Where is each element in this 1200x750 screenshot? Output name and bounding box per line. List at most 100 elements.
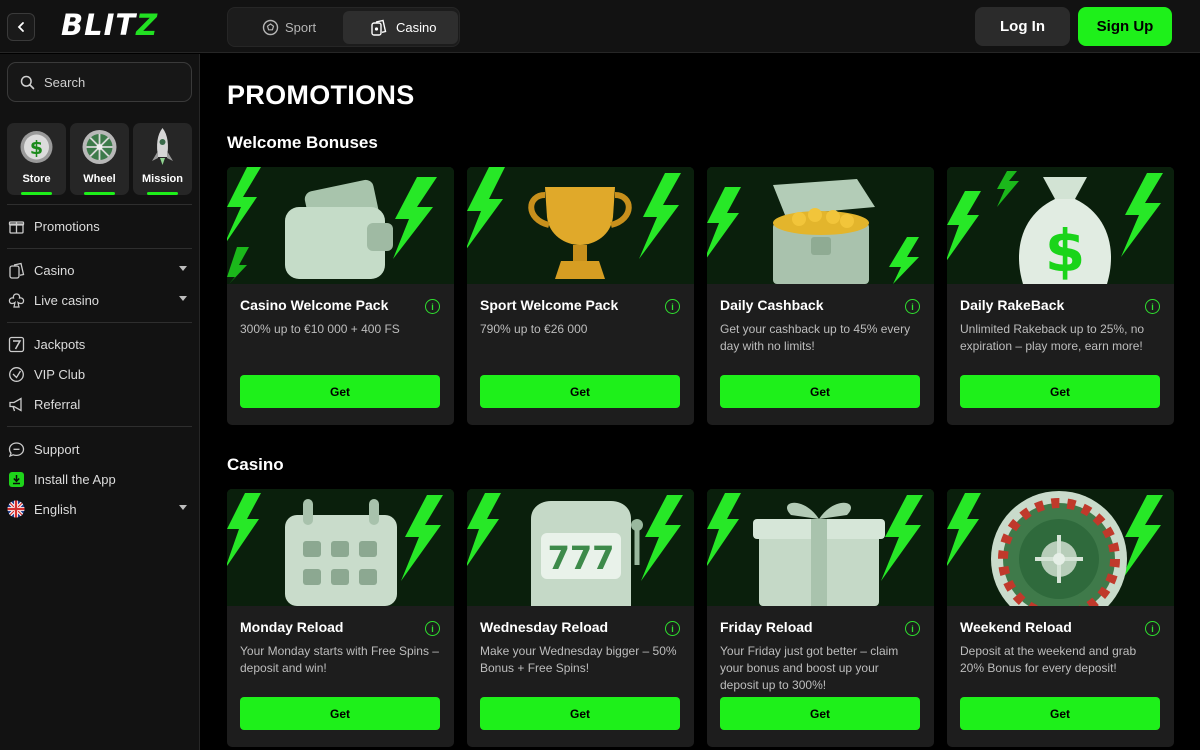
- sidebar-item-label: English: [34, 501, 77, 517]
- sidebar-item-label: Casino: [34, 262, 75, 278]
- quick-link-indicator: [84, 192, 115, 195]
- search-input[interactable]: [44, 74, 174, 90]
- sidebar-item-label: Referral: [34, 396, 81, 412]
- promo-title: Daily Cashback: [720, 297, 824, 313]
- info-icon[interactable]: i: [1145, 299, 1160, 314]
- sidebar-item-referral[interactable]: Referral: [7, 391, 192, 417]
- promo-card[interactable]: $ Daily RakeBack i Unlimited Rakeback up…: [947, 167, 1174, 425]
- svg-text:$: $: [30, 137, 43, 159]
- get-button[interactable]: Get: [720, 697, 920, 730]
- chevron-down-icon[interactable]: [179, 505, 187, 510]
- sidebar-item-install-app[interactable]: Install the App: [7, 466, 192, 492]
- quick-link-store[interactable]: $ Store: [7, 123, 66, 195]
- sidebar-item-label: VIP Club: [34, 366, 86, 382]
- chevron-left-icon: [17, 22, 24, 32]
- chevron-down-icon[interactable]: [179, 266, 187, 271]
- quick-link-indicator: [147, 192, 178, 195]
- promo-banner: $: [947, 167, 1174, 284]
- sidebar-item-vip-club[interactable]: VIP Club: [7, 361, 192, 387]
- quick-link-label: Mission: [142, 173, 183, 185]
- promo-description: Make your Wednesday bigger – 50% Bonus +…: [480, 644, 677, 675]
- roulette-icon: [947, 489, 1174, 606]
- promo-title: Monday Reload: [240, 619, 344, 635]
- trophy-icon: [467, 167, 694, 284]
- quick-link-wheel[interactable]: Wheel: [70, 123, 129, 195]
- promo-description: Deposit at the weekend and grab 20% Bonu…: [960, 644, 1137, 675]
- quick-link-label: Wheel: [83, 173, 116, 185]
- sidebar: $ Store Wheel Mission Promotions Casino: [0, 54, 200, 750]
- promo-title: Weekend Reload: [960, 619, 1072, 635]
- signup-button[interactable]: Sign Up: [1078, 7, 1172, 46]
- promo-description: Get your cashback up to 45% every day wi…: [720, 322, 911, 353]
- divider: [7, 322, 192, 323]
- info-icon[interactable]: i: [665, 621, 680, 636]
- promo-card[interactable]: Daily Cashback i Get your cashback up to…: [707, 167, 934, 425]
- quick-link-label: Store: [22, 173, 51, 185]
- promo-title: Sport Welcome Pack: [480, 297, 619, 313]
- promo-title: Daily RakeBack: [960, 297, 1065, 313]
- promo-card[interactable]: Weekend Reload i Deposit at the weekend …: [947, 489, 1174, 747]
- promo-card[interactable]: Casino Welcome Pack i 300% up to €10 000…: [227, 167, 454, 425]
- get-button[interactable]: Get: [720, 375, 920, 408]
- sidebar-item-label: Promotions: [34, 218, 100, 234]
- sidebar-item-label: Support: [34, 441, 80, 457]
- top-bar: BLITZ Sport Casino Log In Sign Up: [0, 0, 1200, 53]
- divider: [7, 204, 192, 205]
- sidebar-item-promotions[interactable]: Promotions: [7, 213, 192, 239]
- svg-text:777: 777: [548, 539, 615, 577]
- get-button[interactable]: Get: [480, 375, 680, 408]
- info-icon[interactable]: i: [425, 621, 440, 636]
- info-icon[interactable]: i: [425, 299, 440, 314]
- search-box[interactable]: [7, 62, 192, 102]
- calendar-icon: [227, 489, 454, 606]
- sidebar-item-live-casino[interactable]: Live casino: [7, 287, 192, 313]
- promo-card[interactable]: Friday Reload i Your Friday just got bet…: [707, 489, 934, 747]
- sidebar-item-language[interactable]: English: [7, 496, 192, 522]
- section-title-casino: Casino: [227, 455, 284, 474]
- get-button[interactable]: Get: [960, 375, 1160, 408]
- sidebar-item-label: Live casino: [34, 292, 100, 308]
- info-icon[interactable]: i: [905, 299, 920, 314]
- promo-card[interactable]: 777 Wednesday Reload i Make your Wednesd…: [467, 489, 694, 747]
- product-switch: Sport Casino: [227, 7, 460, 47]
- promo-description: 790% up to €26 000: [480, 322, 588, 336]
- chat-icon: [7, 440, 25, 458]
- page-title: PROMOTIONS: [227, 80, 415, 110]
- logo[interactable]: BLITZ: [61, 8, 158, 42]
- chevron-down-icon[interactable]: [179, 296, 187, 301]
- tab-casino[interactable]: Casino: [343, 11, 458, 44]
- promo-banner: [707, 489, 934, 606]
- divider: [7, 248, 192, 249]
- get-button[interactable]: Get: [480, 697, 680, 730]
- megaphone-icon: [7, 395, 25, 413]
- info-icon[interactable]: i: [665, 299, 680, 314]
- wallet-icon: [227, 167, 454, 284]
- get-button[interactable]: Get: [240, 375, 440, 408]
- promo-banner: 777: [467, 489, 694, 606]
- back-button[interactable]: [7, 13, 35, 41]
- promo-title: Casino Welcome Pack: [240, 297, 389, 313]
- quick-link-mission[interactable]: Mission: [133, 123, 192, 195]
- sidebar-item-label: Jackpots: [34, 336, 86, 352]
- info-icon[interactable]: i: [905, 621, 920, 636]
- quick-link-indicator: [21, 192, 52, 195]
- info-icon[interactable]: i: [1145, 621, 1160, 636]
- soccer-ball-icon: [262, 19, 279, 36]
- promo-card[interactable]: Monday Reload i Your Monday starts with …: [227, 489, 454, 747]
- promo-banner: [467, 167, 694, 284]
- sidebar-item-label: Install the App: [34, 471, 116, 487]
- get-button[interactable]: Get: [240, 697, 440, 730]
- uk-flag-icon: [7, 500, 25, 518]
- sidebar-item-support[interactable]: Support: [7, 436, 192, 462]
- sidebar-item-casino[interactable]: Casino: [7, 257, 192, 283]
- gift-box-icon: [707, 489, 934, 606]
- promo-title: Wednesday Reload: [480, 619, 609, 635]
- treasure-chest-icon: [707, 167, 934, 284]
- promo-banner: [227, 167, 454, 284]
- sidebar-item-jackpots[interactable]: Jackpots: [7, 331, 192, 357]
- tab-sport[interactable]: Sport: [228, 11, 341, 44]
- promo-card[interactable]: Sport Welcome Pack i 790% up to €26 000 …: [467, 167, 694, 425]
- get-button[interactable]: Get: [960, 697, 1160, 730]
- login-button[interactable]: Log In: [975, 7, 1070, 46]
- promo-banner: [947, 489, 1174, 606]
